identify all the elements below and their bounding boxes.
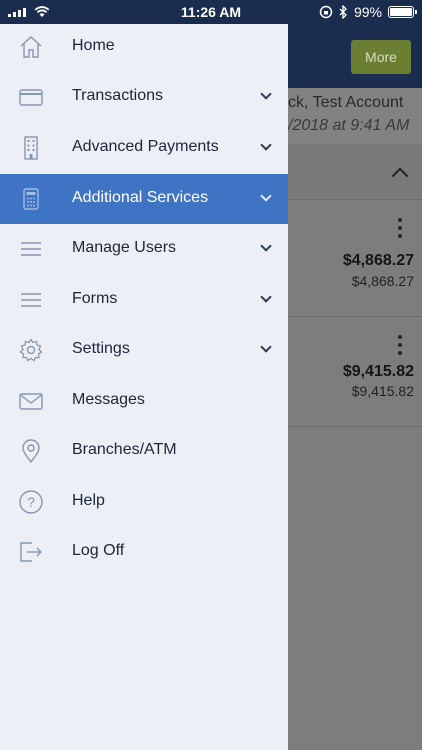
rotation-lock-icon <box>319 5 333 19</box>
gear-icon <box>18 337 44 363</box>
current-balance: $9,415.82 <box>351 383 414 399</box>
menu-item-label: Transactions <box>72 87 163 104</box>
menu-lines-icon <box>18 287 44 313</box>
chevron-down-icon <box>260 139 272 151</box>
kebab-menu-icon[interactable] <box>398 218 402 238</box>
account-name-text: ck, Test Account <box>288 94 404 111</box>
calculator-icon <box>18 186 44 212</box>
chevron-down-icon <box>260 240 272 252</box>
menu-item-branches-atm[interactable]: Branches/ATM <box>0 426 288 476</box>
bluetooth-icon <box>339 5 347 19</box>
chevron-down-icon <box>260 88 272 100</box>
kebab-menu-icon[interactable] <box>398 335 402 355</box>
available-balance: $4,868.27 <box>342 252 414 269</box>
menu-item-log-off[interactable]: Log Off <box>0 527 288 577</box>
menu-item-label: Branches/ATM <box>72 441 177 458</box>
menu-item-label: Additional Services <box>72 189 209 206</box>
battery-percent: 99% <box>353 4 382 20</box>
current-balance: $4,868.27 <box>351 273 414 289</box>
menu-item-advanced-payments[interactable]: Advanced Payments <box>0 123 288 173</box>
building-icon <box>18 135 44 161</box>
menu-item-forms[interactable]: Forms <box>0 275 288 325</box>
svg-text:?: ? <box>27 494 35 510</box>
menu-item-label: Settings <box>72 340 130 357</box>
menu-lines-icon <box>18 236 44 262</box>
chevron-down-icon <box>260 291 272 303</box>
menu-item-label: Log Off <box>72 542 125 559</box>
menu-item-help[interactable]: ? Help <box>0 477 288 527</box>
chevron-down-icon <box>260 190 272 202</box>
menu-item-manage-users[interactable]: Manage Users <box>0 224 288 274</box>
available-balance: $9,415.82 <box>342 363 414 380</box>
more-button[interactable]: More <box>351 40 411 74</box>
help-icon: ? <box>18 489 44 515</box>
menu-item-label: Forms <box>72 290 118 307</box>
home-icon <box>18 34 44 60</box>
chevron-down-icon <box>260 341 272 353</box>
menu-item-settings[interactable]: Settings <box>0 325 288 375</box>
navigation-drawer: Home Transactions Advanced Payments Addi… <box>0 24 288 750</box>
account-date-text: /2018 at 9:41 AM <box>288 117 410 134</box>
status-bar: 11:26 AM 99% <box>0 0 422 24</box>
battery-icon <box>388 6 417 18</box>
logout-icon <box>18 539 44 565</box>
menu-item-label: Help <box>72 492 105 509</box>
menu-item-label: Home <box>72 37 115 54</box>
credit-card-icon <box>18 84 44 110</box>
menu-item-transactions[interactable]: Transactions <box>0 72 288 122</box>
map-pin-icon <box>18 438 44 464</box>
menu-item-label: Manage Users <box>72 239 177 256</box>
menu-item-label: Advanced Payments <box>72 138 219 155</box>
battery-fill <box>390 8 412 16</box>
menu-item-home[interactable]: Home <box>0 22 288 72</box>
menu-item-label: Messages <box>72 391 145 408</box>
menu-item-messages[interactable]: Messages <box>0 376 288 426</box>
menu-item-additional-services[interactable]: Additional Services <box>0 174 288 224</box>
envelope-icon <box>18 388 44 414</box>
